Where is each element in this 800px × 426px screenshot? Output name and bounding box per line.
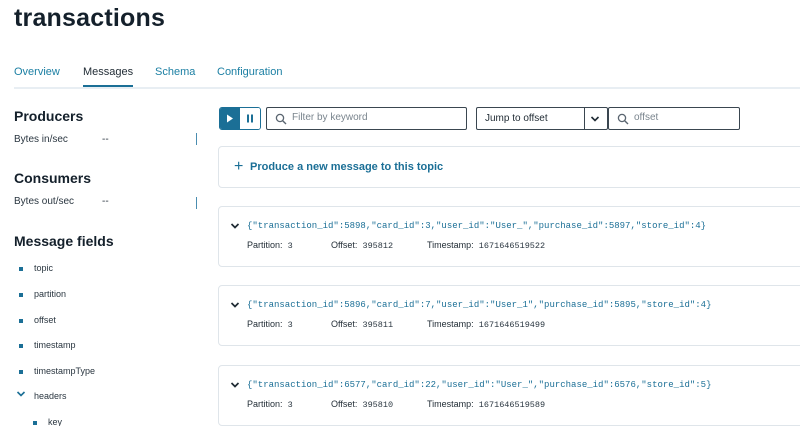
pause-icon — [247, 114, 253, 123]
message-fields-heading: Message fields — [14, 233, 114, 249]
play-button[interactable] — [220, 108, 240, 129]
bytes-out-sparkline — [196, 197, 197, 209]
message-timestamp: Timestamp: 1671646519522 — [427, 240, 546, 251]
bytes-in-value: -- — [102, 134, 109, 145]
message-offset: Offset: 395812 — [331, 240, 394, 251]
pause-button[interactable] — [240, 108, 260, 129]
jump-to-select-value: Jump to offset — [485, 113, 548, 124]
chevron-down-icon — [590, 116, 600, 122]
select-divider — [584, 108, 585, 129]
message-offset: Offset: 395810 — [331, 399, 394, 410]
message-value: {"transaction_id":5898,"card_id":3,"user… — [247, 221, 707, 231]
filter-input[interactable] — [292, 112, 442, 123]
chevron-down-icon[interactable] — [230, 381, 240, 389]
plus-icon: + — [234, 158, 244, 175]
page-title: transactions — [14, 4, 166, 32]
bullet-icon — [19, 267, 23, 271]
producers-heading: Producers — [14, 108, 84, 124]
message-value: {"transaction_id":5896,"card_id":7,"user… — [247, 300, 712, 310]
message-partition: Partition: 3 — [247, 240, 293, 251]
search-icon — [617, 113, 629, 125]
bytes-in-sparkline — [196, 133, 197, 145]
produce-message-label: Produce a new message to this topic — [250, 161, 444, 173]
bullet-icon — [19, 293, 23, 297]
message-timestamp: Timestamp: 1671646519499 — [427, 319, 546, 330]
message-card[interactable]: {"transaction_id":5896,"card_id":7,"user… — [218, 285, 800, 346]
message-timestamp: Timestamp: 1671646519589 — [427, 399, 546, 410]
message-partition: Partition: 3 — [247, 399, 293, 410]
jump-to-select[interactable]: Jump to offset — [476, 107, 608, 130]
message-card[interactable]: {"transaction_id":5898,"card_id":3,"user… — [218, 206, 800, 267]
tab-schema[interactable]: Schema — [155, 66, 195, 85]
bullet-icon — [19, 370, 23, 374]
offset-input[interactable] — [634, 112, 734, 123]
search-icon — [275, 113, 287, 125]
bytes-out-label: Bytes out/sec — [14, 196, 75, 207]
filter-field — [266, 107, 467, 130]
bullet-icon — [19, 344, 23, 348]
chevron-down-icon[interactable] — [230, 222, 240, 230]
message-offset: Offset: 395811 — [331, 319, 394, 330]
message-partition: Partition: 3 — [247, 319, 293, 330]
tab-messages[interactable]: Messages — [83, 66, 134, 87]
bullet-icon — [33, 421, 37, 425]
bytes-in-label: Bytes in/sec — [14, 134, 68, 145]
play-icon — [227, 114, 233, 123]
chevron-down-icon[interactable] — [230, 301, 240, 309]
chevron-down-icon[interactable] — [16, 389, 26, 399]
bytes-out-value: -- — [102, 196, 109, 207]
message-card[interactable]: {"transaction_id":6577,"card_id":22,"use… — [218, 365, 800, 426]
offset-field — [608, 107, 740, 130]
tab-bar: Overview Messages Schema Configuration — [14, 60, 800, 89]
tab-overview[interactable]: Overview — [14, 66, 60, 85]
tab-configuration[interactable]: Configuration — [217, 66, 282, 85]
message-value: {"transaction_id":6577,"card_id":22,"use… — [247, 380, 712, 390]
produce-message-card[interactable]: + Produce a new message to this topic — [218, 146, 800, 188]
consumers-heading: Consumers — [14, 170, 92, 186]
playback-controls — [219, 107, 261, 130]
bullet-icon — [19, 319, 23, 323]
